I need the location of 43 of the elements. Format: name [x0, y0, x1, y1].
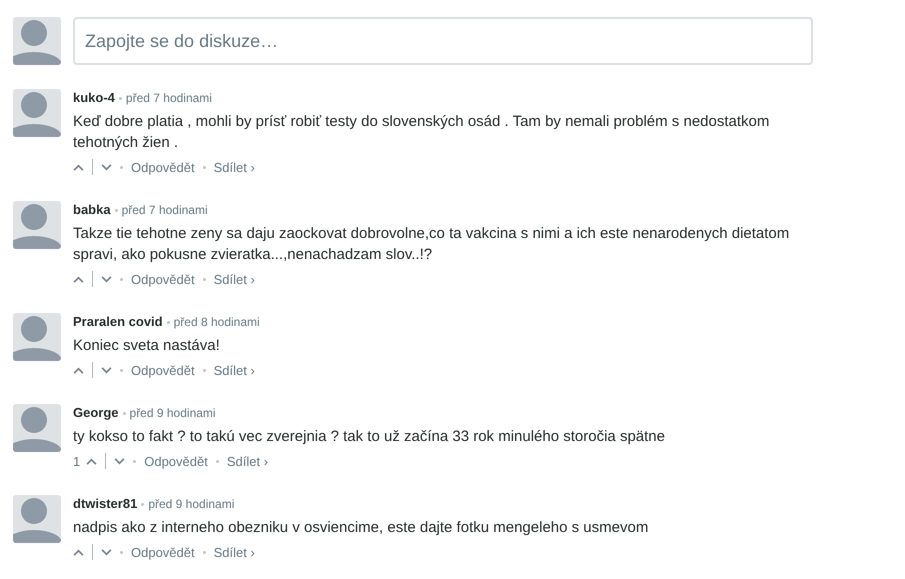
avatar-icon [13, 313, 61, 361]
upvote-icon[interactable] [73, 366, 84, 374]
comment-text: ty kokso to fakt ? to takú vec zverejnia ? tak to už začína 33 rok minulého storočia spätne [73, 427, 666, 447]
author-name[interactable]: babka [73, 202, 111, 218]
author-name[interactable]: dtwister81 [73, 496, 138, 512]
share-link[interactable]: Sdílet › [214, 272, 255, 286]
author-name[interactable]: George [73, 405, 119, 421]
reply-link[interactable]: Odpovědět [131, 362, 195, 378]
avatar-icon [13, 404, 61, 452]
upvote-icon[interactable] [73, 164, 84, 170]
downvote-icon[interactable] [101, 276, 112, 282]
downvote-icon[interactable] [101, 366, 112, 374]
comment-text: Koniec sveta nastáva! [73, 336, 221, 356]
share-link[interactable]: Sdílet › [226, 454, 268, 468]
vote-count: 1 [73, 454, 80, 468]
comment-text: Takze tie tehotne zeny sa daju zaockovat dobrovolne,co ta vakcina s nimi a ich este nenarodenych dietatom spravi, ako pokusne zvieratka...,nenachadzam slov..!? [73, 224, 790, 265]
upvote-icon[interactable] [86, 458, 98, 464]
timestamp[interactable]: před 9 hodinami [148, 496, 234, 512]
timestamp[interactable]: před 9 hodinami [130, 405, 216, 421]
author-name[interactable]: kuko-4 [73, 90, 115, 106]
reply-link[interactable]: Odpovědět [131, 272, 195, 286]
comment-text: nadpis ako z interneho obezniku v osviencime, este dajte fotku mengeleho s usmevom [73, 518, 650, 538]
share-link[interactable]: Sdílet › [214, 544, 255, 560]
reply-link[interactable]: Odpovědět [131, 160, 195, 174]
share-link[interactable]: Sdílet › [214, 362, 255, 378]
avatar-icon [13, 201, 61, 249]
comment-text: Keď dobre platia , mohli by prísť robiť testy do slovenských osád . Tam by nemali problém s nedostatkom tehotných žien . [73, 112, 770, 153]
downvote-icon[interactable] [101, 548, 112, 556]
avatar-icon [13, 495, 61, 543]
downvote-icon[interactable] [101, 164, 112, 170]
avatar-icon [13, 89, 61, 137]
comment-input[interactable]: Zapojte se do diskuze… [73, 17, 813, 65]
timestamp[interactable]: před 7 hodinami [122, 202, 208, 218]
author-name[interactable]: Praralen covid [73, 314, 163, 330]
reply-link[interactable]: Odpovědět [131, 544, 195, 560]
upvote-icon[interactable] [73, 276, 84, 282]
share-link[interactable]: Sdílet › [214, 160, 255, 174]
upvote-icon[interactable] [73, 548, 84, 556]
timestamp[interactable]: před 8 hodinami [174, 314, 260, 330]
timestamp[interactable]: před 7 hodinami [126, 90, 212, 106]
avatar-icon [13, 17, 61, 65]
reply-link[interactable]: Odpovědět [144, 454, 208, 468]
downvote-icon[interactable] [114, 458, 126, 464]
